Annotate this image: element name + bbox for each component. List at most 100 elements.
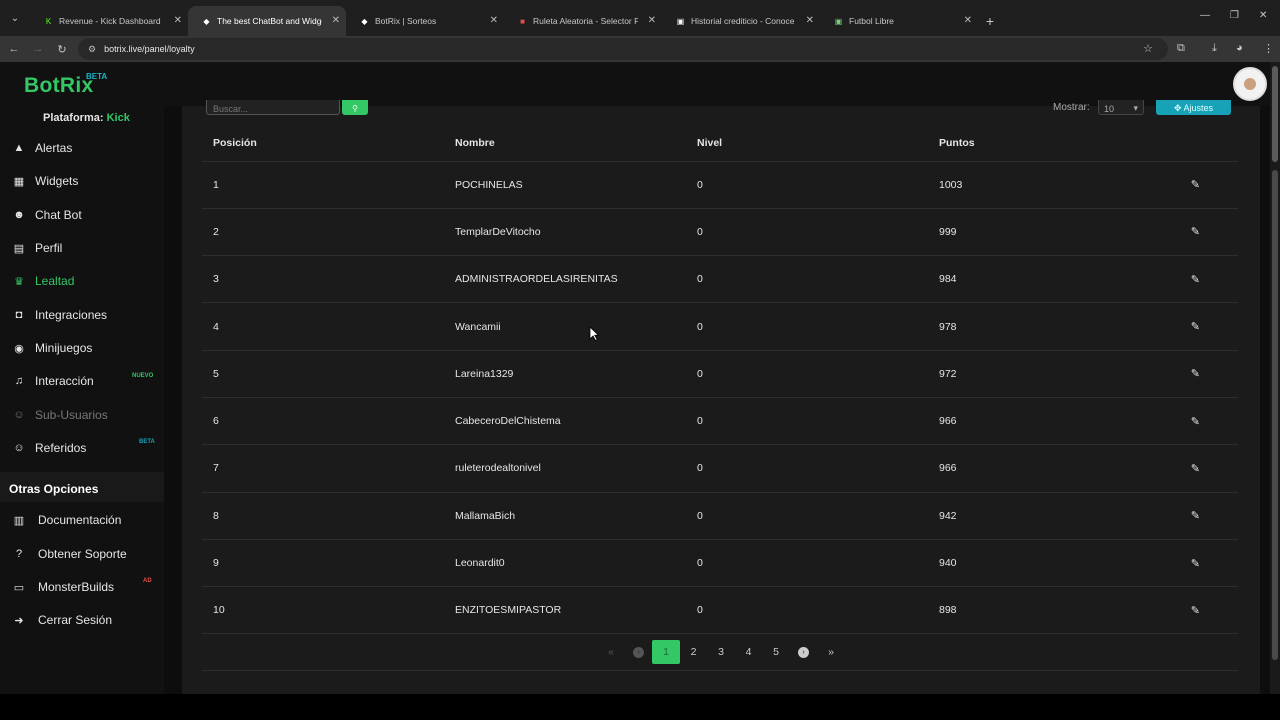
forward-icon[interactable]: → <box>26 43 50 55</box>
browser-tab[interactable]: K Revenue - Kick Dashboard ✕ <box>30 6 188 36</box>
sidebar-item-label: Integraciones <box>35 308 108 322</box>
edit-pencil-icon[interactable]: ✎ <box>1191 226 1200 238</box>
table-row: 3 ADMINISTRAORDELASIRENITAS 0 984 ✎ <box>202 255 1238 304</box>
next-page-button[interactable]: › <box>790 640 818 664</box>
page-3-button[interactable]: 3 <box>707 640 735 664</box>
page-5-button[interactable]: 5 <box>762 640 790 664</box>
page-1-button[interactable]: 1 <box>652 640 680 664</box>
cell-actions: ✎ <box>1170 586 1238 635</box>
edit-pencil-icon[interactable]: ✎ <box>1191 463 1200 475</box>
prev-page-button[interactable]: ‹ <box>625 640 653 664</box>
page-2-button[interactable]: 2 <box>680 640 708 664</box>
edit-pencil-icon[interactable]: ✎ <box>1191 368 1200 380</box>
column-header[interactable]: Posición <box>202 125 444 162</box>
edit-pencil-icon[interactable]: ✎ <box>1191 321 1200 333</box>
reload-icon[interactable]: ↻ <box>50 43 74 56</box>
tab-close-icon[interactable]: ✕ <box>332 15 340 26</box>
book-icon: ▥ <box>13 514 25 527</box>
sidebar-item-sub-usuarios[interactable]: ☺ Sub-Usuarios <box>0 403 164 427</box>
new-tab-button[interactable]: + <box>978 6 1002 36</box>
search-button[interactable]: ⚲ <box>342 100 368 115</box>
profile-icon[interactable]: ◕ <box>1236 42 1243 54</box>
tab-close-icon[interactable]: ✕ <box>490 15 498 26</box>
cell-actions: ✎ <box>1170 539 1238 588</box>
cell-name: Wancamii <box>444 302 686 351</box>
cell-position: 6 <box>202 397 444 446</box>
loyalty-card: Buscar... ⚲ Mostrar: 10 ▾ ✥ Ajustes Posi… <box>182 100 1260 694</box>
window-close-icon[interactable]: ✕ <box>1259 10 1267 21</box>
user-avatar[interactable] <box>1233 67 1267 101</box>
browser-tab[interactable]: ▣ Historial crediticio - Conoce tu ✕ <box>662 6 820 36</box>
option-obtener-soporte[interactable]: ? Obtener Soporte <box>0 542 164 566</box>
sidebar-item-label: Referidos <box>35 441 87 455</box>
app-header: BotRix BETA <box>0 62 1270 106</box>
column-header[interactable]: Puntos <box>928 125 1170 162</box>
edit-pencil-icon[interactable]: ✎ <box>1191 416 1200 428</box>
mouse-cursor-icon <box>589 326 600 342</box>
first-page-button[interactable]: « <box>597 640 625 664</box>
tab-title: BotRix | Sorteos <box>375 16 437 26</box>
settings-button[interactable]: ✥ Ajustes <box>1156 100 1231 115</box>
main-content: Buscar... ⚲ Mostrar: 10 ▾ ✥ Ajustes Posi… <box>164 100 1270 694</box>
edit-pencil-icon[interactable]: ✎ <box>1191 510 1200 522</box>
botrix-logo[interactable]: BotRix <box>24 74 93 98</box>
extensions-icon[interactable]: ⧉ <box>1177 42 1185 55</box>
option-documentacio-n[interactable]: ▥ Documentación <box>0 508 164 532</box>
edit-pencil-icon[interactable]: ✎ <box>1191 179 1200 191</box>
cell-level: 0 <box>686 444 928 493</box>
bookmark-star-icon[interactable]: ☆ <box>1143 42 1153 55</box>
tab-close-icon[interactable]: ✕ <box>174 15 182 26</box>
sidebar-item-widgets[interactable]: ▦ Widgets <box>0 169 164 193</box>
maximize-icon[interactable]: ❐ <box>1230 10 1239 21</box>
browser-tab[interactable]: ▣ Futbol Libre ✕ <box>820 6 978 36</box>
column-header[interactable]: Nombre <box>444 125 686 162</box>
back-icon[interactable]: ← <box>2 43 26 55</box>
browser-tab[interactable]: ◆ BotRix | Sorteos ✕ <box>346 6 504 36</box>
tab-close-icon[interactable]: ✕ <box>964 15 972 26</box>
cell-actions: ✎ <box>1170 397 1238 446</box>
table-row: 7 ruleterodealtonivel 0 966 ✎ <box>202 444 1238 493</box>
cell-level: 0 <box>686 350 928 398</box>
minimize-icon[interactable]: — <box>1200 10 1210 21</box>
edit-pencil-icon[interactable]: ✎ <box>1191 558 1200 570</box>
tab-close-icon[interactable]: ✕ <box>648 15 656 26</box>
other-options-title: Otras Opciones <box>9 482 99 496</box>
header-scroll-thumb[interactable] <box>1272 66 1278 162</box>
table-row: 9 Leonardit0 0 940 ✎ <box>202 539 1238 588</box>
download-icon[interactable]: ⤓ <box>1212 42 1217 55</box>
tab-favicon-icon: ■ <box>520 16 525 26</box>
page-4-button[interactable]: 4 <box>735 640 763 664</box>
browser-tab[interactable]: ■ Ruleta Aleatoria - Selector Pers ✕ <box>504 6 662 36</box>
sidebar-item-lealtad[interactable]: ♛ Lealtad <box>0 269 164 293</box>
users-icon: ☺ <box>13 442 25 454</box>
cell-actions: ✎ <box>1170 208 1238 257</box>
sidebar-item-integraciones[interactable]: ◘ Integraciones <box>0 303 164 327</box>
tab-search-icon[interactable]: ⌄ <box>4 7 26 29</box>
option-cerrar-sesio-n[interactable]: ➜ Cerrar Sesión <box>0 608 164 632</box>
site-info-icon[interactable]: ⚙ <box>88 44 96 55</box>
column-header[interactable]: Nivel <box>686 125 928 162</box>
option-monsterbuilds[interactable]: ▭ MonsterBuilds <box>0 575 164 599</box>
page-scrollbar[interactable] <box>1270 62 1280 694</box>
cell-points: 966 <box>928 397 1170 446</box>
tab-close-icon[interactable]: ✕ <box>806 15 814 26</box>
sidebar-item-minijuegos[interactable]: ◉ Minijuegos <box>0 336 164 360</box>
browser-tab[interactable]: ◆ The best ChatBot and Widgets ✕ <box>188 6 346 36</box>
search-input[interactable]: Buscar... <box>206 100 340 115</box>
page-size-select[interactable]: 10 ▾ <box>1098 100 1144 115</box>
logo-beta-badge: BETA <box>86 72 108 81</box>
edit-pencil-icon[interactable]: ✎ <box>1191 274 1200 286</box>
sidebar-item-alertas[interactable]: ▲ Alertas <box>0 136 164 160</box>
content-scroll-thumb[interactable] <box>1272 170 1278 660</box>
last-page-button[interactable]: » <box>817 640 845 664</box>
sidebar-item-perfil[interactable]: ▤ Perfil <box>0 236 164 260</box>
page-numbers: 12345 <box>652 640 790 664</box>
tab-favicon-icon: ▣ <box>834 16 843 26</box>
address-bar[interactable]: ⚙ botrix.live/panel/loyalty <box>78 38 1168 60</box>
cell-name: ADMINISTRAORDELASIRENITAS <box>444 255 686 304</box>
double-chevron-left-icon: « <box>608 646 614 658</box>
tab-title: Ruleta Aleatoria - Selector Pers <box>533 16 638 26</box>
edit-pencil-icon[interactable]: ✎ <box>1191 605 1200 617</box>
menu-icon[interactable]: ⋮ <box>1263 42 1274 55</box>
sidebar-item-chat-bot[interactable]: ☻ Chat Bot <box>0 203 164 227</box>
